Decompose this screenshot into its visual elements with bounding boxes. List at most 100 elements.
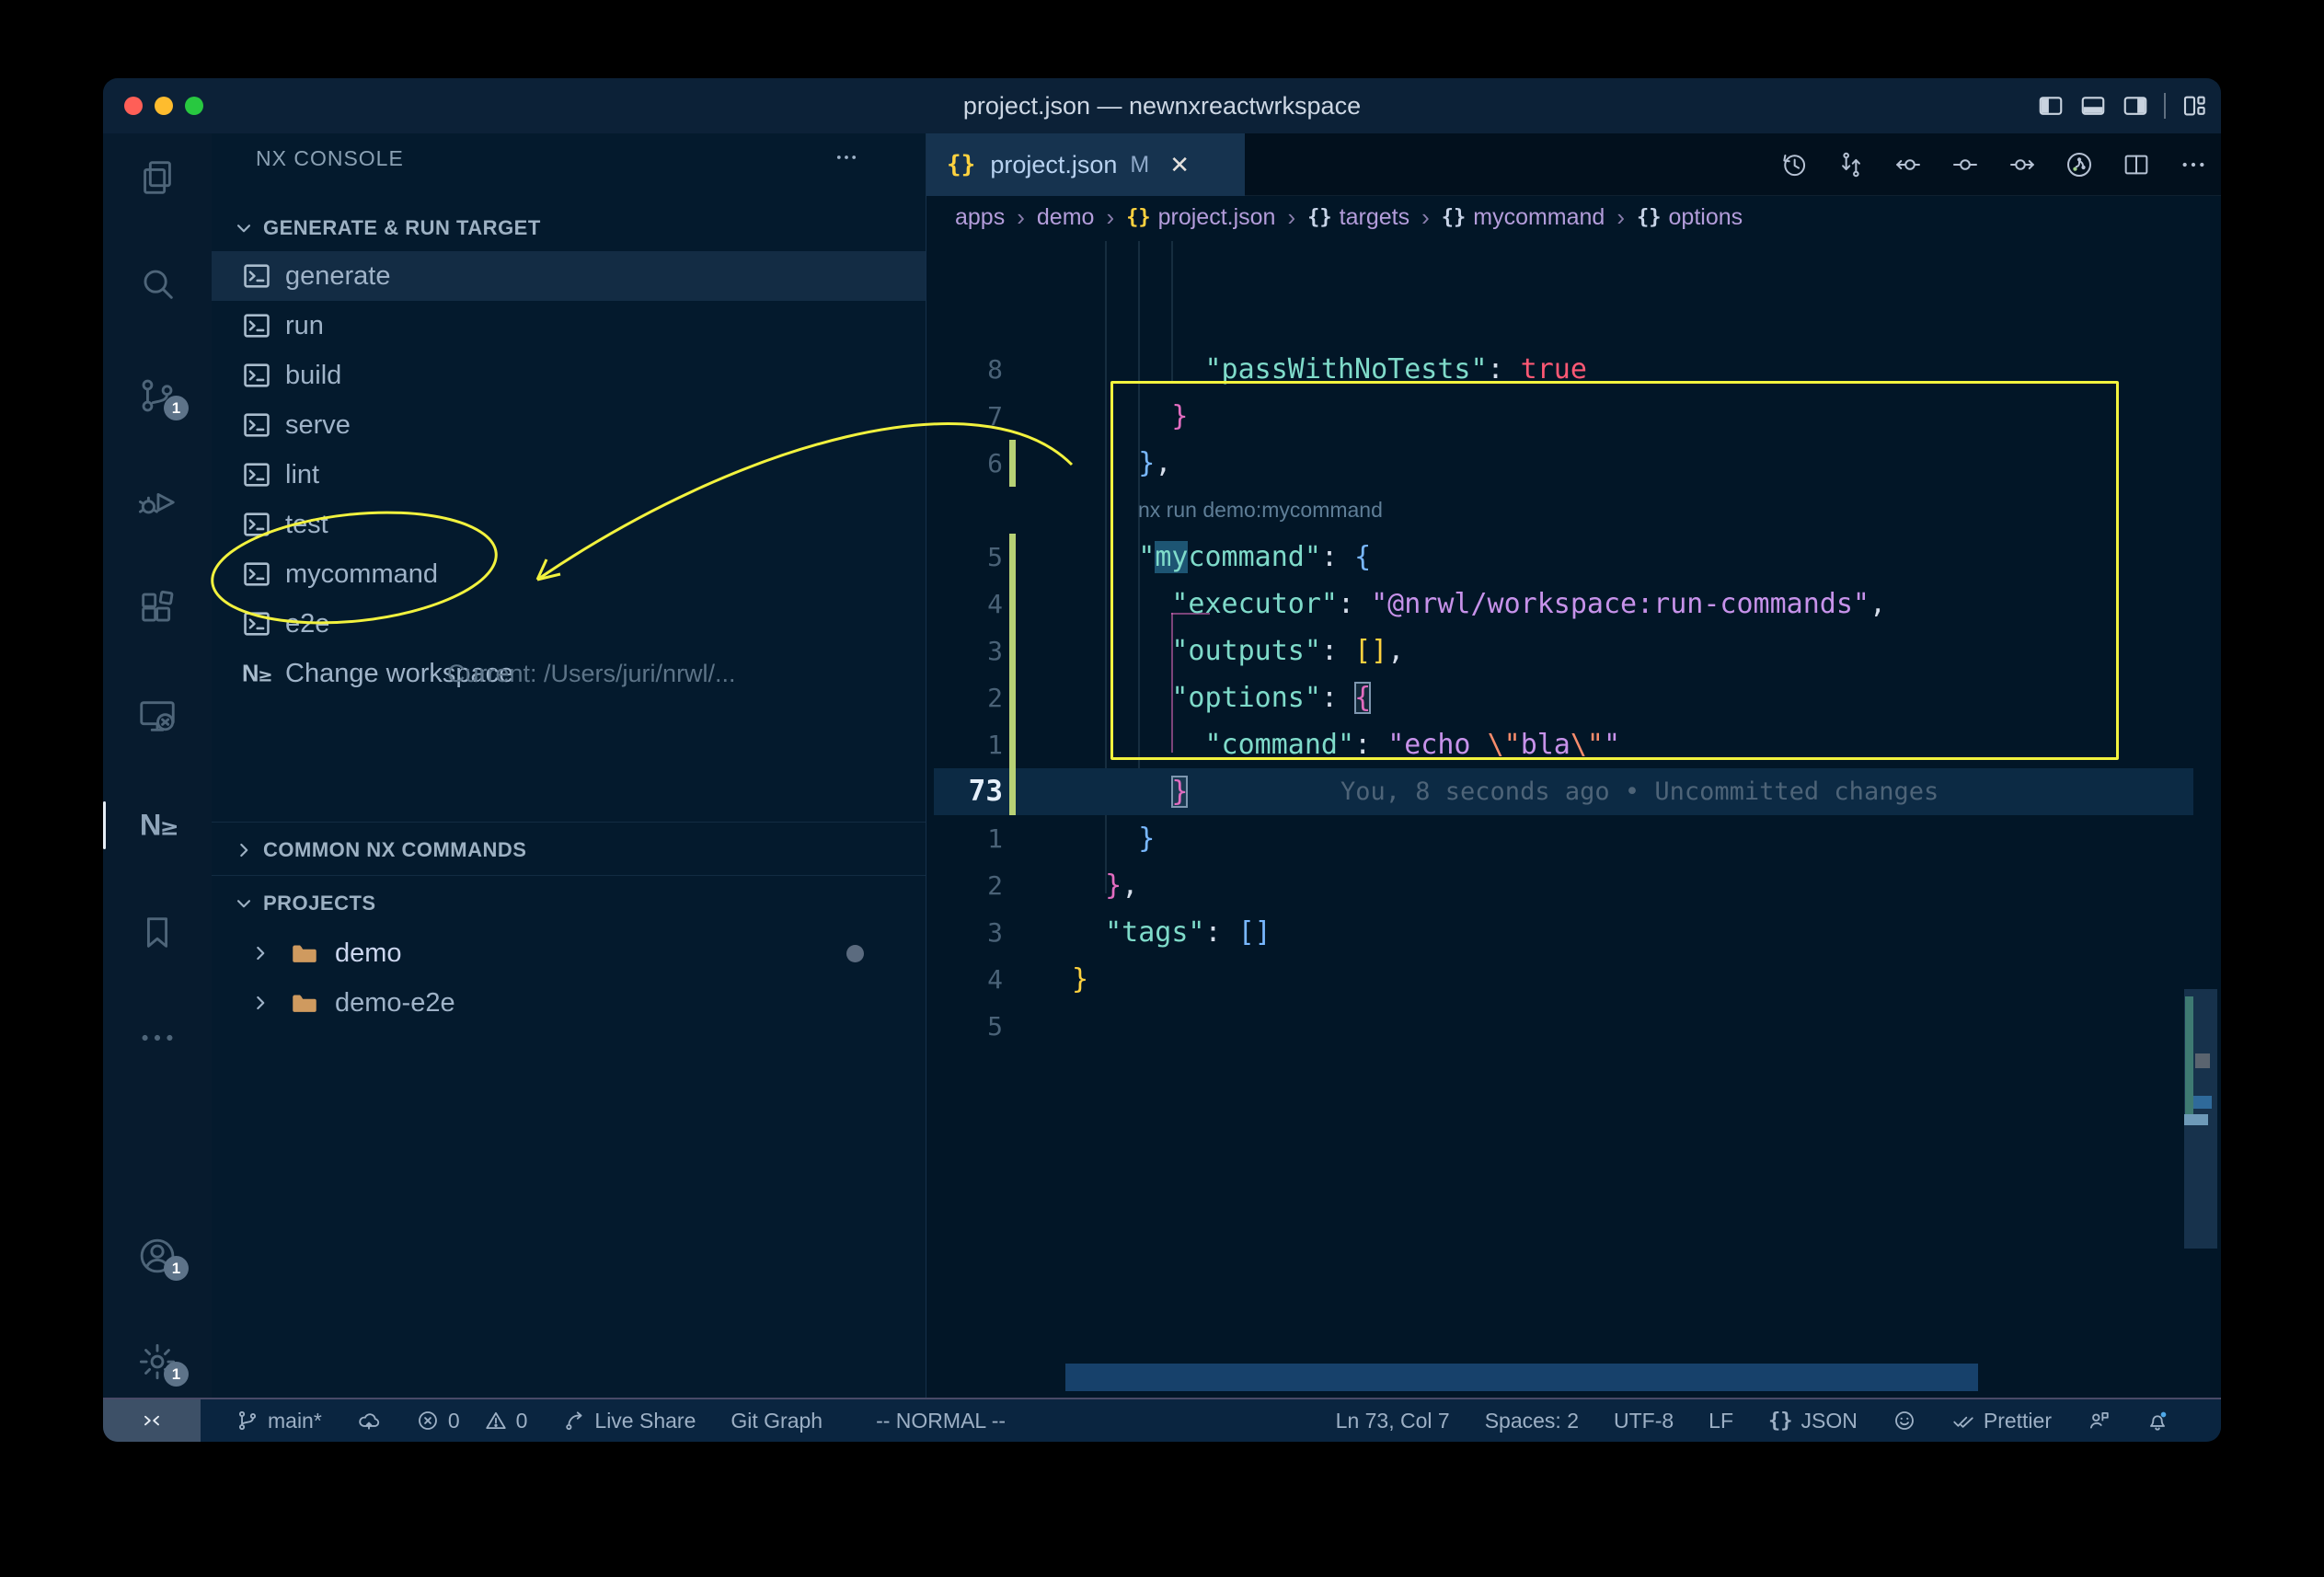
activity-accounts[interactable]: 1	[103, 1228, 212, 1283]
titlebar: project.json — newnxreactwrkspace	[103, 78, 2221, 133]
toggle-layout-bottom-button[interactable]	[2079, 92, 2107, 120]
breadcrumb-separator: ›	[1421, 203, 1430, 232]
activity-source-control[interactable]: 1	[103, 368, 212, 423]
breadcrumb-apps[interactable]: apps	[955, 204, 1005, 231]
status-git-graph[interactable]: Git Graph	[731, 1409, 823, 1433]
editor-toolbar	[1779, 133, 2208, 196]
gutter-change-indicator	[1009, 674, 1016, 721]
status-prettier[interactable]: Prettier	[1951, 1409, 2052, 1433]
status-language-mode[interactable]: {}JSON	[1768, 1409, 1858, 1433]
breadcrumb-mycommand[interactable]: {}mycommand	[1442, 204, 1605, 231]
sidebar-item-e2e[interactable]: e2e	[212, 599, 926, 649]
tab-bar: {} project.json M ✕	[926, 133, 2221, 196]
activity-nx-console[interactable]: N≥	[103, 798, 212, 853]
tab-project-json[interactable]: {} project.json M ✕	[926, 133, 1245, 196]
matching-bracket: }	[1171, 776, 1188, 808]
code-text: },	[1072, 440, 1171, 487]
nx-icon: N≥	[136, 804, 178, 846]
status-vim-mode[interactable]: -- NORMAL --	[876, 1409, 1006, 1433]
status-label: LF	[1708, 1409, 1733, 1433]
status-sync[interactable]	[357, 1409, 381, 1433]
sidebar-more-actions-button[interactable]	[834, 144, 859, 170]
toolbar-git-graph-button[interactable]	[2065, 150, 2094, 179]
activity-extensions[interactable]	[103, 581, 212, 637]
chevron-right-icon	[248, 941, 272, 965]
breadcrumb-project.json[interactable]: {}project.json	[1126, 204, 1275, 231]
status-label: 0	[516, 1409, 528, 1433]
toggle-layout-left-button[interactable]	[2037, 92, 2065, 120]
status-problems[interactable]: 00	[416, 1409, 528, 1433]
status-live-share-contact[interactable]	[2087, 1409, 2111, 1433]
toolbar-commit-prev-button[interactable]	[1893, 150, 1923, 179]
chevron-right-icon	[248, 991, 272, 1015]
activity-explorer[interactable]	[103, 150, 212, 205]
activity-settings[interactable]: 1	[103, 1334, 212, 1389]
breadcrumb-demo[interactable]: demo	[1037, 204, 1095, 231]
toolbar-commit-next-button[interactable]	[2008, 150, 2037, 179]
line-number: 1	[945, 815, 1003, 862]
status-notifications[interactable]	[2146, 1409, 2169, 1433]
status-indentation[interactable]: Spaces: 2	[1485, 1409, 1579, 1433]
sidebar-item-lint[interactable]: lint	[212, 450, 926, 500]
toggle-layout-right-button[interactable]	[2122, 92, 2149, 120]
run-debug-icon	[136, 481, 178, 524]
project-item-demo-e2e[interactable]: demo-e2e	[212, 978, 926, 1028]
toolbar-split-button[interactable]	[2122, 150, 2151, 179]
section-projects[interactable]: PROJECTS	[212, 890, 926, 917]
sidebar-item-test[interactable]: test	[212, 500, 926, 549]
codelens-run-command[interactable]: nx run demo:mycommand	[1138, 487, 1383, 534]
breadcrumb-options[interactable]: {}options	[1637, 204, 1743, 231]
gutter-change-indicator	[1009, 534, 1016, 581]
tab-close-icon[interactable]: ✕	[1169, 151, 1190, 179]
status-encoding[interactable]: UTF-8	[1614, 1409, 1674, 1433]
activity-more-views[interactable]	[103, 1010, 212, 1065]
sidebar-item-run[interactable]: run	[212, 301, 926, 351]
status-feedback[interactable]	[1893, 1409, 1916, 1433]
minimize-window-button[interactable]	[155, 97, 173, 115]
toolbar-compare-button[interactable]	[1836, 150, 1866, 179]
code-line: 5	[926, 1003, 2221, 1050]
section-generate-run-target[interactable]: GENERATE & RUN TARGET	[212, 214, 926, 242]
sidebar-item-serve[interactable]: serve	[212, 400, 926, 450]
activity-remote-explorer[interactable]	[103, 688, 212, 743]
status-remote-indicator[interactable]	[103, 1399, 201, 1442]
toolbar-history-button[interactable]	[1779, 150, 1809, 179]
maximize-window-button[interactable]	[185, 97, 203, 115]
breadcrumb-separator: ›	[1616, 203, 1625, 232]
breadcrumb-targets[interactable]: {}targets	[1307, 204, 1409, 231]
activity-search[interactable]	[103, 257, 212, 312]
status-eol[interactable]: LF	[1708, 1409, 1733, 1433]
customize-layout-button[interactable]	[2180, 92, 2208, 120]
breadcrumb-label: mycommand	[1473, 204, 1605, 231]
history-icon	[1779, 150, 1809, 179]
titlebar-layout-controls	[2037, 78, 2208, 133]
code-text: },	[1072, 862, 1138, 909]
activity-run-debug[interactable]	[103, 475, 212, 530]
close-window-button[interactable]	[124, 97, 143, 115]
section-common-nx-commands[interactable]: COMMON NX COMMANDS	[212, 836, 926, 864]
status-git-branch[interactable]: main*	[236, 1409, 322, 1433]
status-cursor-position[interactable]: Ln 73, Col 7	[1336, 1409, 1450, 1433]
sidebar-item-build[interactable]: build	[212, 351, 926, 400]
code-text: "passWithNoTests": true	[1072, 346, 1587, 393]
gutter-change-indicator	[1009, 627, 1016, 674]
code-area[interactable]: 8 "passWithNoTests": true7 }6 },nx run d…	[926, 238, 2221, 1398]
horizontal-scrollbar[interactable]	[1065, 1364, 1978, 1391]
sidebar-item-change-workspace[interactable]: N≥Change workspaceCurrent: /Users/juri/n…	[212, 649, 926, 698]
code-text: }	[1072, 815, 1155, 862]
project-item-demo[interactable]: demo	[212, 928, 926, 978]
chevron-down-icon	[232, 216, 256, 240]
layout-grid-icon	[2180, 92, 2208, 120]
vertical-scrollbar[interactable]	[2184, 989, 2217, 1249]
toolbar-more-button[interactable]	[2179, 150, 2208, 179]
toolbar-commit-cur-button[interactable]	[1950, 150, 1980, 179]
sidebar-item-generate[interactable]: generate	[212, 251, 926, 301]
status-live-share[interactable]: Live Share	[562, 1409, 696, 1433]
code-line: 1 }	[926, 815, 2221, 862]
line-number: 3	[945, 909, 1003, 956]
sidebar-item-mycommand[interactable]: mycommand	[212, 549, 926, 599]
code-line: 1 "command": "echo \"bla\""	[926, 721, 2221, 768]
section-label: GENERATE & RUN TARGET	[263, 216, 541, 240]
json-braces-icon: {}	[1768, 1410, 1793, 1433]
activity-bookmarks[interactable]	[103, 904, 212, 960]
